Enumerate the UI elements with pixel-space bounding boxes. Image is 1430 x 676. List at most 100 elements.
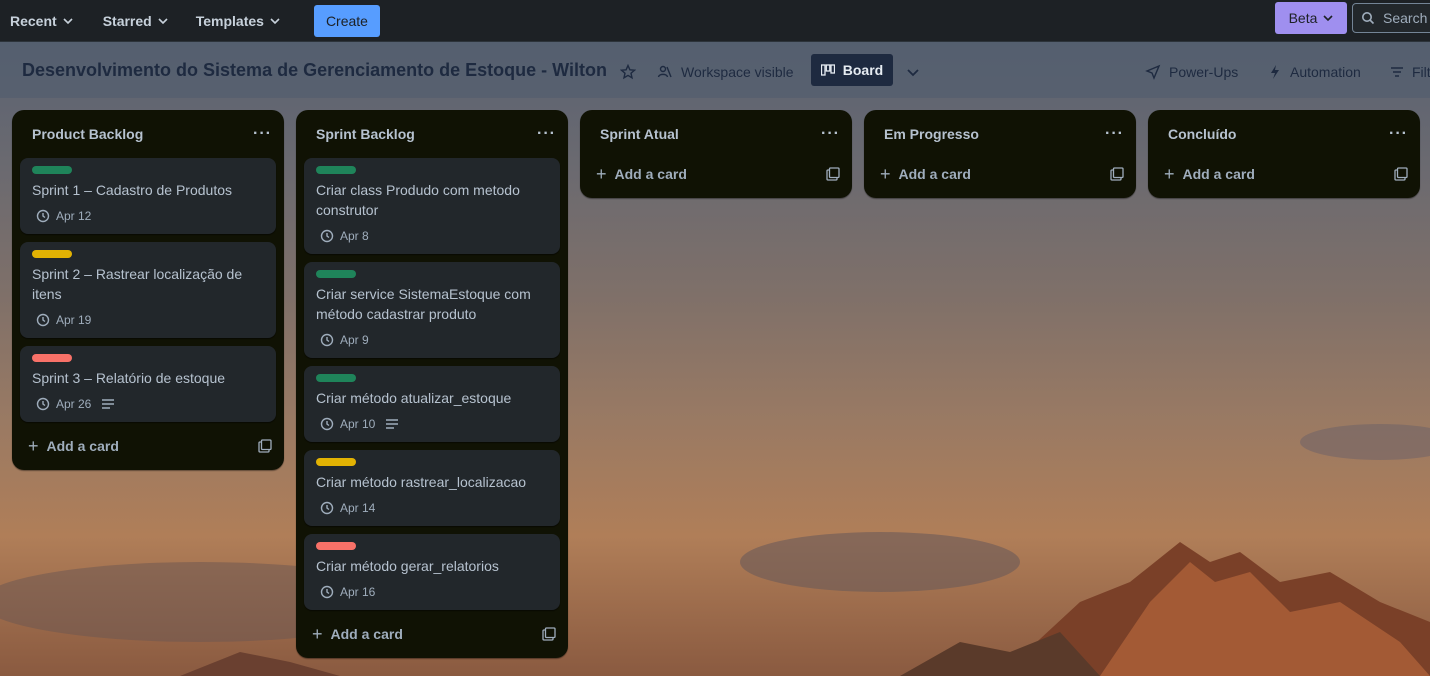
list-title[interactable]: Em Progresso xyxy=(884,126,979,142)
due-date: Apr 26 xyxy=(56,397,92,411)
add-card-button[interactable]: + Add a card xyxy=(12,422,284,470)
list-menu-icon[interactable]: ··· xyxy=(537,125,556,143)
template-icon[interactable] xyxy=(1394,167,1408,181)
card[interactable]: Criar método atualizar_estoque Apr 10 xyxy=(304,366,560,442)
template-icon[interactable] xyxy=(542,627,556,641)
card[interactable]: Criar class Produdo com metodo construto… xyxy=(304,158,560,254)
label-green[interactable] xyxy=(316,270,356,278)
label-yellow[interactable] xyxy=(32,250,72,258)
card-title: Criar service SistemaEstoque com método … xyxy=(316,286,531,322)
add-card-label: Add a card xyxy=(330,626,403,642)
add-card-label: Add a card xyxy=(614,166,687,182)
create-button[interactable]: Create xyxy=(313,4,380,37)
lightning-icon xyxy=(1271,65,1279,79)
automation-button[interactable]: Automation xyxy=(1268,58,1361,86)
card-title: Sprint 2 – Rastrear localização de itens xyxy=(32,266,243,302)
board-view-button[interactable]: Board xyxy=(811,54,893,86)
clock-icon xyxy=(320,333,334,347)
due-date: Apr 16 xyxy=(340,585,376,599)
view-switcher-button[interactable] xyxy=(905,58,921,86)
list-sprint-backlog: Sprint Backlog ··· Criar class Produdo c… xyxy=(296,110,568,658)
due-date: Apr 12 xyxy=(56,209,92,223)
description-icon xyxy=(386,419,399,429)
add-card-button[interactable]: + Add a card xyxy=(864,150,1136,198)
due-date-badge[interactable]: Apr 26 xyxy=(32,397,91,411)
search-placeholder: Search xyxy=(1383,10,1428,26)
plus-icon: + xyxy=(1164,163,1175,184)
label-yellow[interactable] xyxy=(316,458,356,466)
powerups-button[interactable]: Power-Ups xyxy=(1145,58,1238,86)
search-icon xyxy=(1362,12,1375,25)
list-title[interactable]: Concluído xyxy=(1168,126,1236,142)
chevron-down-icon xyxy=(63,17,73,24)
clock-icon xyxy=(36,209,50,223)
list-menu-icon[interactable]: ··· xyxy=(821,125,840,143)
beta-button[interactable]: Beta xyxy=(1275,2,1347,34)
starred-menu[interactable]: Starred xyxy=(93,5,178,37)
add-card-button[interactable]: + Add a card xyxy=(296,610,568,658)
rocket-icon xyxy=(1145,64,1161,80)
chevron-down-icon xyxy=(907,69,919,77)
list-menu-icon[interactable]: ··· xyxy=(1389,125,1408,143)
search-input[interactable]: Search xyxy=(1352,3,1430,33)
add-card-label: Add a card xyxy=(1182,166,1255,182)
top-nav: Recent Starred Templates Create Beta Sea… xyxy=(0,0,1430,42)
clock-icon xyxy=(36,313,50,327)
due-date-badge[interactable]: Apr 12 xyxy=(32,209,91,223)
list-header: Sprint Backlog ··· xyxy=(296,110,568,158)
card-title: Criar método atualizar_estoque xyxy=(316,390,512,406)
card[interactable]: Criar método rastrear_localizacao Apr 14 xyxy=(304,450,560,526)
card-title: Criar método gerar_relatorios xyxy=(316,558,499,574)
add-card-label: Add a card xyxy=(898,166,971,182)
starred-label: Starred xyxy=(102,12,152,29)
list-menu-icon[interactable]: ··· xyxy=(1105,125,1124,143)
filter-icon xyxy=(1391,67,1403,77)
due-date: Apr 19 xyxy=(56,313,92,327)
board-view-label: Board xyxy=(842,62,884,78)
list-menu-icon[interactable]: ··· xyxy=(253,125,272,143)
due-date-badge[interactable]: Apr 14 xyxy=(316,501,375,515)
chevron-down-icon xyxy=(158,17,168,24)
label-red[interactable] xyxy=(316,542,356,550)
templates-menu[interactable]: Templates xyxy=(186,5,290,37)
due-date-badge[interactable]: Apr 19 xyxy=(32,313,91,327)
clock-icon xyxy=(320,229,334,243)
due-date-badge[interactable]: Apr 8 xyxy=(316,229,369,243)
list-title[interactable]: Sprint Backlog xyxy=(316,126,415,142)
template-icon[interactable] xyxy=(258,439,272,453)
board-title[interactable]: Desenvolvimento do Sistema de Gerenciame… xyxy=(22,60,607,81)
add-card-button[interactable]: + Add a card xyxy=(1148,150,1420,198)
plus-icon: + xyxy=(312,623,323,644)
label-green[interactable] xyxy=(316,166,356,174)
template-icon[interactable] xyxy=(826,167,840,181)
card[interactable]: Criar service SistemaEstoque com método … xyxy=(304,262,560,358)
clock-icon xyxy=(320,501,334,515)
filter-button[interactable]: Filt xyxy=(1390,58,1430,86)
visibility-button[interactable]: Workspace visible xyxy=(657,58,794,86)
card[interactable]: Criar método gerar_relatorios Apr 16 xyxy=(304,534,560,610)
card[interactable]: Sprint 2 – Rastrear localização de itens… xyxy=(20,242,276,338)
star-button[interactable] xyxy=(620,58,636,86)
beta-label: Beta xyxy=(1288,10,1318,26)
due-date: Apr 10 xyxy=(340,417,376,431)
add-card-button[interactable]: + Add a card xyxy=(580,150,852,198)
chevron-down-icon xyxy=(270,17,280,24)
label-red[interactable] xyxy=(32,354,72,362)
recent-menu[interactable]: Recent xyxy=(0,5,83,37)
card-title: Sprint 1 – Cadastro de Produtos xyxy=(32,182,233,198)
board-icon xyxy=(820,64,835,76)
label-green[interactable] xyxy=(32,166,72,174)
template-icon[interactable] xyxy=(1110,167,1124,181)
card[interactable]: Sprint 3 – Relatório de estoque Apr 26 xyxy=(20,346,276,422)
list-concluido: Concluído ··· + Add a card xyxy=(1148,110,1420,198)
due-date-badge[interactable]: Apr 10 xyxy=(316,417,375,431)
list-title[interactable]: Product Backlog xyxy=(32,126,143,142)
plus-icon: + xyxy=(596,163,607,184)
card[interactable]: Sprint 1 – Cadastro de Produtos Apr 12 xyxy=(20,158,276,234)
label-green[interactable] xyxy=(316,374,356,382)
visibility-label: Workspace visible xyxy=(681,64,794,80)
list-title[interactable]: Sprint Atual xyxy=(600,126,679,142)
clock-icon xyxy=(36,397,50,411)
due-date-badge[interactable]: Apr 16 xyxy=(316,585,375,599)
due-date-badge[interactable]: Apr 9 xyxy=(316,333,369,347)
